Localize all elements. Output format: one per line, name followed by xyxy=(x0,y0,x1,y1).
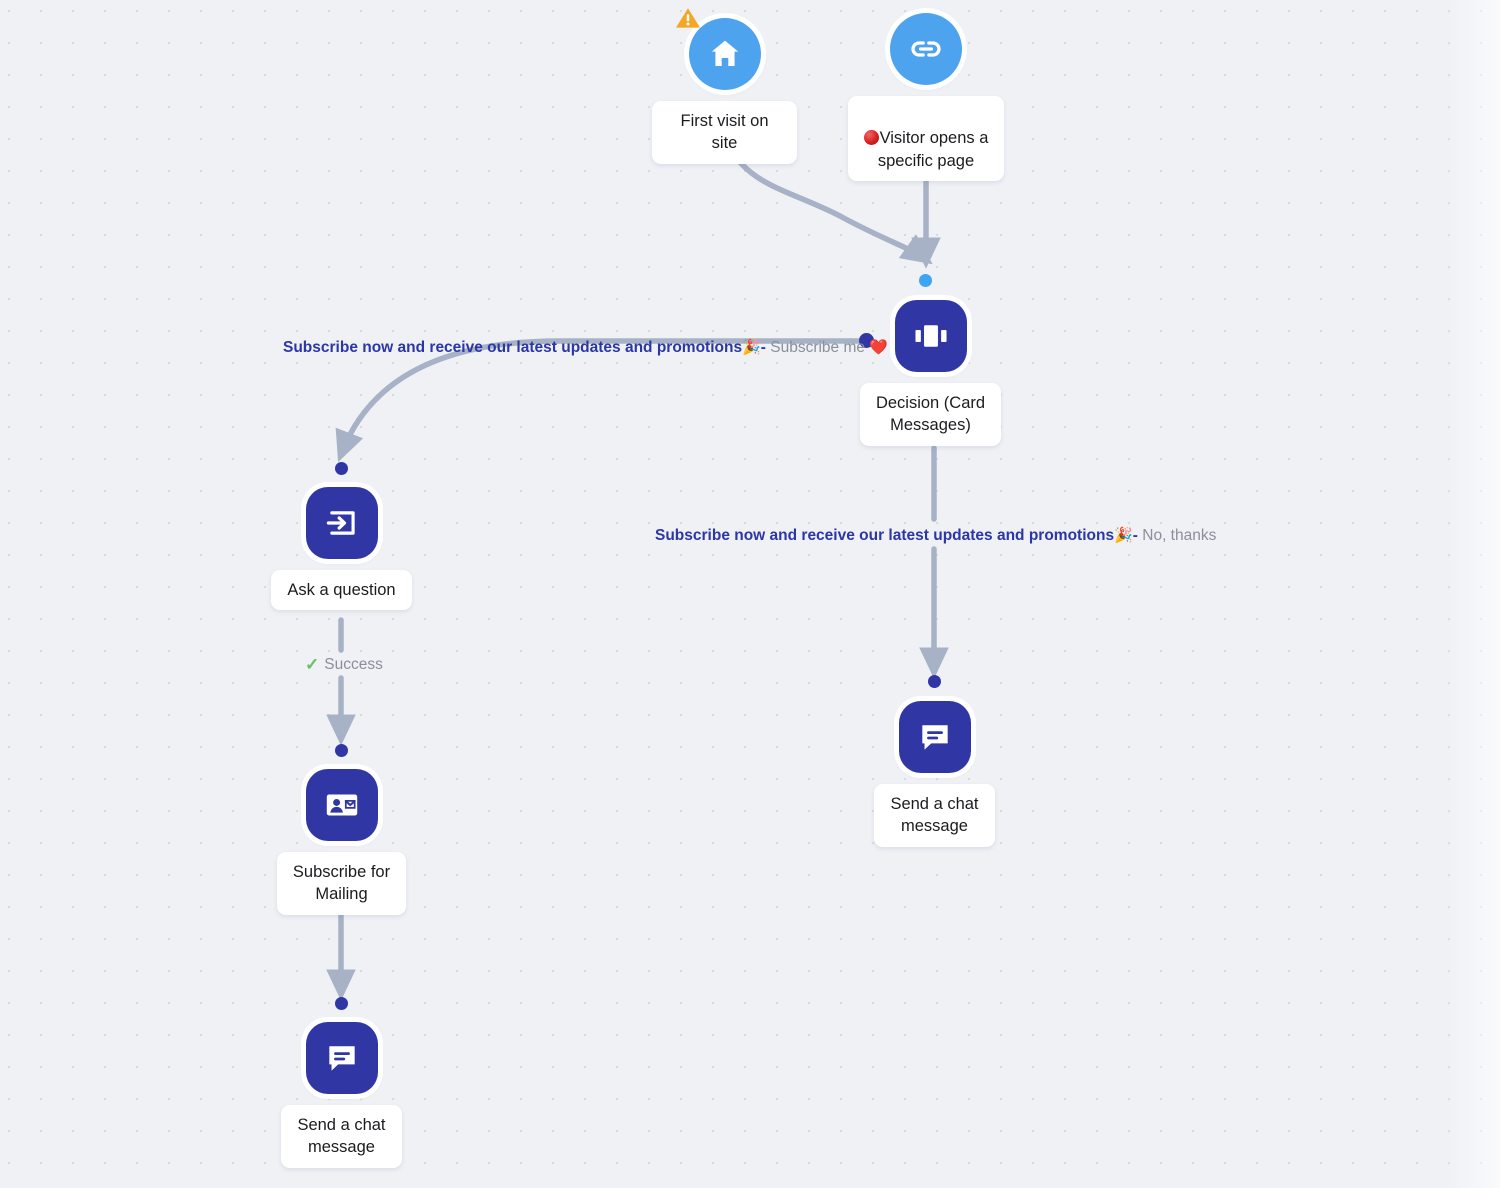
edge-layer xyxy=(326,137,949,1001)
node-visitor-opens-page[interactable]: Visitor opens a specific page xyxy=(843,13,1009,181)
node-label: Send a chat message xyxy=(281,1105,402,1168)
node-label: Visitor opens a specific page xyxy=(877,129,989,170)
edge-label-condition: Subscribe now and receive our latest upd… xyxy=(283,339,743,356)
connector-dot-chat-right-in[interactable] xyxy=(928,675,941,688)
connector-dot-subscribe-in[interactable] xyxy=(335,744,348,757)
node-send-chat-message-right[interactable]: Send a chat message xyxy=(862,701,1007,847)
chat-bubble-icon[interactable] xyxy=(898,701,971,773)
connector-dot-chat-left-in[interactable] xyxy=(335,997,348,1010)
contact-mail-card-icon[interactable] xyxy=(305,769,378,841)
carousel-cards-icon[interactable] xyxy=(894,300,967,372)
edge-label-no-thanks[interactable]: Subscribe now and receive our latest upd… xyxy=(655,528,1216,544)
node-label-wrap: Visitor opens a specific page xyxy=(847,96,1005,181)
node-label: First visit on site xyxy=(652,101,797,164)
node-icon-wrap[interactable] xyxy=(675,8,761,90)
node-decision-card-messages[interactable]: Decision (Card Messages) xyxy=(852,300,1009,446)
input-arrow-icon[interactable] xyxy=(305,487,378,559)
node-icon-wrap[interactable] xyxy=(305,1022,378,1094)
link-icon[interactable] xyxy=(890,13,962,85)
edge-label-condition: Subscribe now and receive our latest upd… xyxy=(655,527,1115,544)
chat-bubble-icon[interactable] xyxy=(305,1022,378,1094)
party-popper-icon: 🎉 xyxy=(742,339,761,356)
edge-label-success-text: Success xyxy=(324,656,383,673)
edge-label-answer: No, thanks xyxy=(1142,527,1217,544)
edge-label-answer: Subscribe me xyxy=(770,339,866,356)
check-icon: ✓ xyxy=(305,655,320,674)
node-icon-wrap[interactable] xyxy=(894,300,967,372)
node-send-chat-message-left[interactable]: Send a chat message xyxy=(269,1022,414,1168)
canvas-right-edge-fade xyxy=(1446,0,1500,1188)
edge-label-success: ✓ Success xyxy=(305,655,383,675)
connector-dot-ask-question-in[interactable] xyxy=(335,462,348,475)
node-label: Send a chat message xyxy=(874,784,995,847)
party-popper-icon: 🎉 xyxy=(1114,527,1133,544)
warning-triangle-icon xyxy=(675,6,701,30)
edge-label-subscribe-me[interactable]: Subscribe now and receive our latest upd… xyxy=(283,340,888,356)
node-label: Ask a question xyxy=(271,570,412,611)
node-icon-wrap[interactable] xyxy=(898,701,971,773)
edge-subscribe-me-to-ask-question xyxy=(335,338,865,463)
edge-label-separator: - xyxy=(760,339,766,356)
connector-dot-decision-in[interactable] xyxy=(919,274,932,287)
node-icon-wrap[interactable] xyxy=(890,13,962,85)
node-icon-wrap[interactable] xyxy=(305,487,378,559)
flow-canvas[interactable]: Subscribe now and receive our latest upd… xyxy=(0,0,1500,1188)
edge-label-separator: - xyxy=(1132,527,1138,544)
red-circle-icon xyxy=(863,130,879,146)
node-label: Subscribe for Mailing xyxy=(276,852,407,915)
node-ask-a-question[interactable]: Ask a question xyxy=(269,487,414,611)
node-first-visit[interactable]: First visit on site xyxy=(652,8,797,164)
node-icon-wrap[interactable] xyxy=(305,769,378,841)
node-label: Decision (Card Messages) xyxy=(859,383,1002,446)
node-subscribe-for-mailing[interactable]: Subscribe for Mailing xyxy=(269,769,414,915)
